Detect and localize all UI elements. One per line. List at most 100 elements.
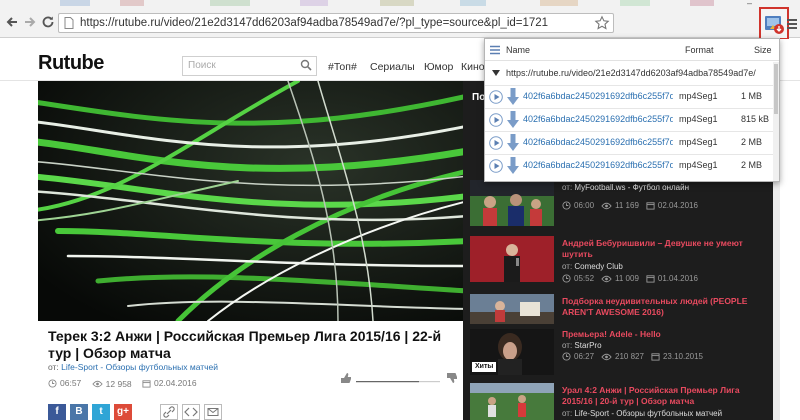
upload-date: 02.04.2016 bbox=[142, 378, 197, 388]
recommendation-item[interactable]: Подборка неудивительных людей (PEOPLE AR… bbox=[470, 294, 770, 328]
recommendation-thumbnail[interactable] bbox=[470, 383, 554, 420]
views: 12 958 bbox=[91, 379, 132, 389]
browser-menu-icon[interactable] bbox=[786, 17, 798, 31]
calendar-icon bbox=[651, 353, 660, 361]
channel-prefix: от: bbox=[48, 362, 59, 372]
recommendation-item[interactable]: Хиты Премьера! Adele - Hello от: StarPro… bbox=[470, 329, 770, 377]
browser-tab-strip bbox=[0, 0, 800, 8]
file-name[interactable]: 402f6a6bdac2450291692dfb6c255f7d.mp4Seg1… bbox=[523, 114, 673, 124]
mail-icon bbox=[207, 408, 219, 416]
recommendation-title[interactable]: Урал 4:2 Анжи | Российская Премьер Лига … bbox=[562, 385, 767, 407]
download-row[interactable]: 402f6a6bdac2450291692dfb6c255f7d. mp4Seg1… bbox=[485, 154, 773, 176]
duration: 06:57 bbox=[48, 378, 81, 388]
recommendation-thumbnail[interactable]: Хиты bbox=[470, 329, 554, 375]
calendar-icon bbox=[646, 202, 655, 210]
clock-icon bbox=[562, 352, 571, 361]
file-name[interactable]: 402f6a6bdac2450291692dfb6c255f7d.mp4Seg1… bbox=[523, 91, 673, 101]
email-button[interactable] bbox=[204, 404, 222, 420]
embed-button[interactable] bbox=[182, 404, 200, 420]
download-row[interactable]: 402f6a6bdac2450291692dfb6c255f7d. mp4Seg1… bbox=[485, 108, 773, 130]
clock-icon bbox=[48, 378, 57, 388]
thumbs-up-icon bbox=[341, 373, 351, 383]
recommendation-meta: 06:00 11 169 02.04.2016 bbox=[562, 201, 705, 210]
bookmark-star-icon[interactable] bbox=[594, 15, 610, 31]
site-search-placeholder: Поиск bbox=[188, 60, 216, 71]
share-twitter-button[interactable]: t bbox=[92, 404, 110, 420]
page-icon bbox=[64, 17, 74, 29]
popup-scrollbar-thumb[interactable] bbox=[774, 64, 778, 114]
share-facebook-button[interactable]: f bbox=[48, 404, 66, 420]
video-player[interactable] bbox=[38, 81, 463, 321]
recommendation-channel: от: Comedy Club bbox=[562, 262, 623, 271]
recommendation-thumbnail[interactable] bbox=[470, 236, 554, 282]
recommendation-title[interactable]: Премьера! Adele - Hello bbox=[562, 329, 767, 340]
nav-top[interactable]: #Топ# bbox=[328, 61, 357, 73]
recommendation-meta: 05:52 11 009 01.04.2016 bbox=[562, 274, 705, 283]
download-icon[interactable] bbox=[507, 88, 519, 105]
file-format: mp4Seg1 bbox=[679, 137, 718, 147]
video-channel-line: от: Life-Sport - Обзоры футбольных матче… bbox=[48, 362, 218, 372]
nav-cinema[interactable]: Кино bbox=[461, 61, 485, 73]
popup-page-url: https://rutube.ru/video/21e2d3147dd6203a… bbox=[506, 68, 756, 78]
play-icon[interactable] bbox=[489, 136, 503, 150]
video-meta: 06:57 12 958 02.04.2016 bbox=[48, 378, 205, 390]
play-icon[interactable] bbox=[489, 113, 503, 127]
download-row[interactable]: 402f6a6bdac2450291692dfb6c255f7d. mp4Seg1… bbox=[485, 85, 773, 107]
window-minimize-button[interactable]: – bbox=[747, 0, 759, 8]
calendar-icon bbox=[646, 275, 655, 283]
address-bar-url[interactable]: https://rutube.ru/video/21e2d3147dd6203a… bbox=[80, 15, 580, 31]
file-format: mp4Seg1 bbox=[679, 160, 718, 170]
category-badge: Хиты bbox=[472, 362, 497, 372]
file-format: mp4Seg1 bbox=[679, 114, 718, 124]
share-googleplus-button[interactable]: g+ bbox=[114, 404, 132, 420]
channel-link[interactable]: Life-Sport - Обзоры футбольных матчей bbox=[61, 362, 218, 372]
recommendation-thumbnail[interactable] bbox=[470, 180, 554, 226]
file-size: 815 kB bbox=[741, 114, 770, 124]
clock-icon bbox=[562, 201, 571, 210]
clock-icon bbox=[562, 274, 571, 283]
download-icon[interactable] bbox=[507, 111, 519, 128]
column-format[interactable]: Format bbox=[685, 45, 714, 55]
recommendation-item[interactable]: Урал 4:2 Анжи | Российская Премьер Лига … bbox=[470, 383, 770, 420]
list-icon[interactable] bbox=[489, 45, 501, 55]
recommendation-title[interactable]: Андрей Бебуришвили – Девушке не умеют шу… bbox=[562, 238, 767, 260]
column-size[interactable]: Size bbox=[754, 45, 772, 55]
play-icon[interactable] bbox=[489, 159, 503, 173]
file-format: mp4Seg1 bbox=[679, 91, 718, 101]
link-button[interactable] bbox=[160, 404, 178, 420]
recommendation-item[interactable]: от: MyFootball.ws - Футбол онлайн 06:00 … bbox=[470, 180, 770, 230]
file-name[interactable]: 402f6a6bdac2450291692dfb6c255f7d.mp4Seg1… bbox=[523, 137, 673, 147]
rating-bar bbox=[340, 372, 460, 384]
forward-arrow-icon[interactable] bbox=[22, 14, 38, 30]
thumbs-down-icon bbox=[447, 373, 457, 383]
column-name[interactable]: Name bbox=[506, 45, 530, 55]
recommendation-channel: от: Life-Sport - Обзоры футбольных матче… bbox=[562, 409, 723, 418]
recommendation-title[interactable]: Подборка неудивительных людей (PEOPLE AR… bbox=[562, 296, 767, 318]
recommendation-meta: 06:27 210 827 23.10.2015 bbox=[562, 352, 710, 361]
recommendation-thumbnail[interactable] bbox=[470, 294, 554, 324]
recommendation-item[interactable]: Андрей Бебуришвили – Девушке не умеют шу… bbox=[470, 236, 770, 286]
play-icon[interactable] bbox=[489, 90, 503, 104]
collapse-caret-icon[interactable] bbox=[492, 70, 500, 76]
rutube-logo[interactable]: Rutube bbox=[38, 52, 104, 75]
video-downloader-extension-icon[interactable] bbox=[759, 7, 789, 40]
link-icon bbox=[163, 406, 175, 418]
file-size: 2 MB bbox=[741, 137, 763, 147]
file-size: 2 MB bbox=[741, 160, 763, 170]
nav-humor[interactable]: Юмор bbox=[424, 61, 453, 73]
download-icon[interactable] bbox=[507, 157, 519, 174]
eye-icon bbox=[601, 275, 612, 282]
code-icon bbox=[184, 407, 198, 417]
reload-icon[interactable] bbox=[40, 14, 56, 30]
file-name[interactable]: 402f6a6bdac2450291692dfb6c255f7d.mp4Seg1… bbox=[523, 160, 673, 170]
nav-series[interactable]: Сериалы bbox=[370, 61, 415, 73]
video-title: Терек 3:2 Анжи | Российская Премьер Лига… bbox=[48, 328, 442, 361]
share-vk-button[interactable]: B bbox=[70, 404, 88, 420]
download-icon[interactable] bbox=[507, 134, 519, 151]
calendar-icon bbox=[142, 379, 151, 388]
search-icon[interactable] bbox=[300, 59, 312, 71]
back-arrow-icon[interactable] bbox=[4, 14, 20, 30]
recommendation-channel: от: StarPro bbox=[562, 341, 602, 350]
download-row[interactable]: 402f6a6bdac2450291692dfb6c255f7d. mp4Seg1… bbox=[485, 131, 773, 153]
eye-icon bbox=[91, 380, 103, 387]
